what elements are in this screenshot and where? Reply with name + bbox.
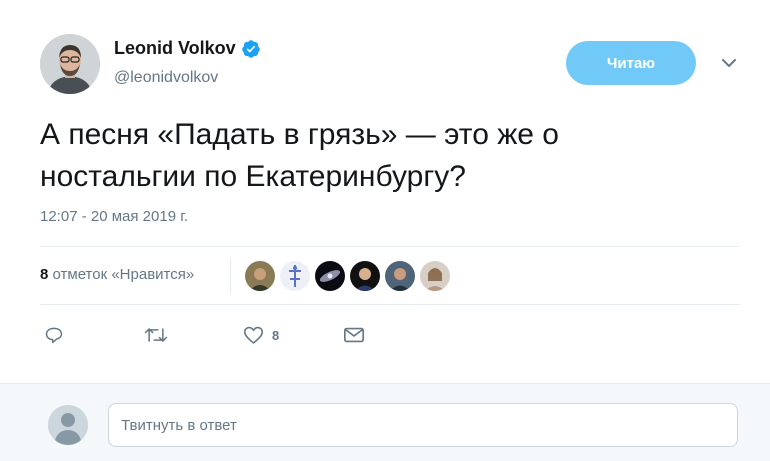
liker-avatar[interactable]	[420, 261, 450, 291]
author-name[interactable]: Leonid Volkov	[114, 38, 236, 59]
divider	[230, 258, 231, 294]
author-avatar[interactable]	[40, 34, 100, 94]
heart-icon	[243, 326, 264, 344]
retweet-action[interactable]	[144, 325, 168, 345]
likes-label: отметок «Нравится»	[52, 266, 195, 283]
chevron-down-icon[interactable]	[719, 56, 739, 70]
likers-avatars	[245, 261, 450, 291]
likes-count: 8	[40, 266, 49, 283]
reply-icon	[45, 327, 63, 344]
author-handle[interactable]: @leonidvolkov	[114, 69, 218, 87]
liker-avatar[interactable]	[280, 261, 310, 291]
author-name-row[interactable]: Leonid Volkov	[114, 38, 261, 59]
reply-action[interactable]	[44, 325, 64, 345]
divider	[40, 246, 740, 247]
like-action[interactable]: 8	[243, 325, 279, 345]
envelope-icon	[344, 327, 364, 343]
liker-avatar[interactable]	[350, 261, 380, 291]
like-count: 8	[272, 327, 280, 343]
direct-message-action[interactable]	[343, 325, 365, 345]
liker-avatar[interactable]	[315, 261, 345, 291]
tweet-text-line: ностальгии по Екатеринбургу?	[40, 160, 466, 193]
verified-badge-icon	[241, 39, 260, 58]
retweet-icon	[144, 328, 168, 342]
tweet-text: А песня «Падать в грязь» — это же о ност…	[40, 114, 740, 198]
following-button[interactable]: Читаю	[566, 41, 696, 85]
current-user-avatar	[48, 405, 88, 445]
tweet-timestamp[interactable]: 12:07 - 20 мая 2019 г.	[40, 208, 188, 225]
tweet-text-line: А песня «Падать в грязь» — это же о	[40, 118, 559, 151]
liker-avatar[interactable]	[385, 261, 415, 291]
reply-input[interactable]	[108, 403, 738, 447]
likes-summary[interactable]: 8 отметок «Нравится»	[40, 266, 194, 283]
divider	[40, 304, 740, 305]
liker-avatar[interactable]	[245, 261, 275, 291]
